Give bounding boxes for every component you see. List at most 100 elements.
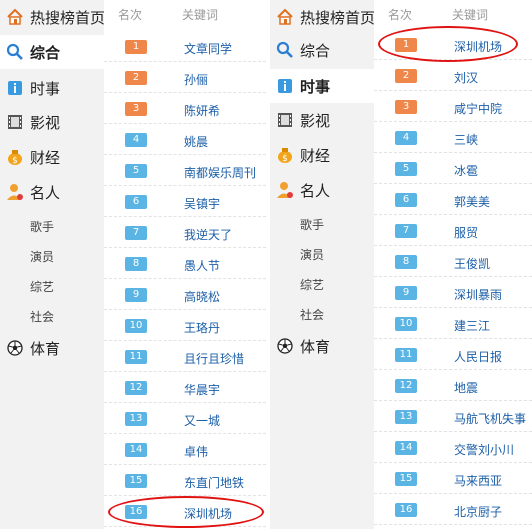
list-item[interactable]: 3 陈妍希: [104, 93, 266, 124]
list-item[interactable]: 2 孙俪: [104, 62, 266, 93]
keyword-link[interactable]: 王珞丹: [184, 319, 220, 336]
keyword-link[interactable]: 服贸: [454, 224, 478, 241]
keyword-link[interactable]: 华晨宇: [184, 381, 220, 398]
list-item[interactable]: 13 马航飞机失事: [374, 401, 532, 432]
rank-badge: 6: [395, 193, 417, 207]
keyword-link[interactable]: 建三江: [454, 317, 490, 334]
keyword-link[interactable]: 文章同学: [184, 40, 232, 57]
sidebar-item-finance[interactable]: $ 财经: [0, 140, 60, 174]
list-item[interactable]: 14 卓伟: [104, 434, 266, 465]
sidebar-item-sports[interactable]: 体育: [0, 331, 60, 365]
keyword-link[interactable]: 我逆天了: [184, 226, 232, 243]
list-item[interactable]: 16 北京厨子: [374, 494, 532, 525]
sidebar-item-celebrity[interactable]: 名人: [0, 175, 60, 209]
keyword-link[interactable]: 咸宁中院: [454, 100, 502, 117]
coin-bag-icon: $: [4, 146, 26, 168]
keyword-link[interactable]: 南都娱乐周刊: [184, 164, 256, 181]
keyword-link[interactable]: 王俊凯: [454, 255, 490, 272]
sub-item-variety[interactable]: 综艺: [30, 278, 54, 295]
sidebar-item-celebrity[interactable]: 名人: [270, 173, 330, 207]
list-item[interactable]: 13 又一城: [104, 403, 266, 434]
sidebar-item-label: 时事: [30, 79, 61, 98]
keyword-link[interactable]: 孙俪: [184, 71, 208, 88]
list-item[interactable]: 5 冰雹: [374, 153, 532, 184]
keyword-link[interactable]: 深圳机场: [454, 38, 502, 55]
keyword-link[interactable]: 人民日报: [454, 348, 502, 365]
sub-item-actor[interactable]: 演员: [30, 248, 54, 265]
keyword-link[interactable]: 刘汉: [454, 69, 478, 86]
list-item[interactable]: 1 文章同学: [104, 31, 266, 62]
sidebar-item-home[interactable]: 热搜榜首页: [270, 0, 375, 34]
keyword-link[interactable]: 冰雹: [454, 162, 478, 179]
list-item[interactable]: 8 愚人节: [104, 248, 266, 279]
list-item[interactable]: 11 人民日报: [374, 339, 532, 370]
person-icon: [274, 179, 296, 201]
list-item[interactable]: 11 且行且珍惜: [104, 341, 266, 372]
sub-item-society[interactable]: 社会: [30, 308, 54, 325]
rank-badge: 16: [395, 503, 417, 517]
keyword-link[interactable]: 交警刘小川: [454, 441, 514, 458]
sidebar-item-label: 综合: [30, 43, 61, 62]
sidebar-item-news[interactable]: 时事: [270, 69, 374, 103]
keyword-link[interactable]: 陈妍希: [184, 102, 220, 119]
sidebar-item-label: 体育: [30, 339, 61, 358]
sub-item-singer[interactable]: 歌手: [30, 218, 54, 235]
keyword-link[interactable]: 马航飞机失事: [454, 410, 526, 427]
keyword-link[interactable]: 马来西亚: [454, 472, 502, 489]
list-item[interactable]: 12 华晨宇: [104, 372, 266, 403]
list-item[interactable]: 5 南都娱乐周刊: [104, 155, 266, 186]
rank-badge: 16: [125, 505, 147, 519]
list-item[interactable]: 9 高晓松: [104, 279, 266, 310]
film-icon: [274, 109, 296, 131]
list-item[interactable]: 7 服贸: [374, 215, 532, 246]
sidebar-item-composite[interactable]: 综合: [270, 33, 330, 67]
keyword-link[interactable]: 北京厨子: [454, 503, 502, 520]
keyword-link[interactable]: 地震: [454, 379, 478, 396]
keyword-link[interactable]: 且行且珍惜: [184, 350, 244, 367]
keyword-link[interactable]: 东直门地铁: [184, 474, 244, 491]
sidebar-item-sports[interactable]: 体育: [270, 329, 330, 363]
sub-item-society[interactable]: 社会: [300, 306, 324, 323]
list-item[interactable]: 9 深圳暴雨: [374, 277, 532, 308]
list-item[interactable]: 3 咸宁中院: [374, 91, 532, 122]
sidebar-item-composite[interactable]: 综合: [0, 35, 104, 69]
keyword-link[interactable]: 吴镇宇: [184, 195, 220, 212]
keyword-link[interactable]: 姚晨: [184, 133, 208, 150]
list-item[interactable]: 15 东直门地铁: [104, 465, 266, 496]
keyword-link[interactable]: 三峡: [454, 131, 478, 148]
list-item[interactable]: 1 深圳机场: [374, 29, 532, 60]
list-item[interactable]: 4 姚晨: [104, 124, 266, 155]
list-item[interactable]: 7 我逆天了: [104, 217, 266, 248]
keyword-link[interactable]: 深圳暴雨: [454, 286, 502, 303]
sidebar-item-video[interactable]: 影视: [270, 103, 330, 137]
list-item[interactable]: 6 吴镇宇: [104, 186, 266, 217]
sub-item-actor[interactable]: 演员: [300, 246, 324, 263]
rank-badge: 4: [125, 133, 147, 147]
list-item[interactable]: 10 建三江: [374, 308, 532, 339]
list-item[interactable]: 2 刘汉: [374, 60, 532, 91]
list-item[interactable]: 12 地震: [374, 370, 532, 401]
keyword-link[interactable]: 卓伟: [184, 443, 208, 460]
rank-badge: 14: [395, 441, 417, 455]
list-item[interactable]: 15 马来西亚: [374, 463, 532, 494]
sidebar-item-finance[interactable]: $ 财经: [270, 138, 330, 172]
keyword-link[interactable]: 又一城: [184, 412, 220, 429]
sidebar-item-home[interactable]: 热搜榜首页: [0, 0, 105, 34]
keyword-link[interactable]: 郭美美: [454, 193, 490, 210]
list-item[interactable]: 8 王俊凯: [374, 246, 532, 277]
keyword-link[interactable]: 愚人节: [184, 257, 220, 274]
list-item[interactable]: 14 交警刘小川: [374, 432, 532, 463]
sidebar-item-news[interactable]: 时事: [0, 71, 60, 105]
list-item[interactable]: 16 深圳机场: [104, 496, 266, 527]
list-item[interactable]: 10 王珞丹: [104, 310, 266, 341]
rank-badge: 12: [395, 379, 417, 393]
keyword-link[interactable]: 高晓松: [184, 288, 220, 305]
rank-badge: 5: [395, 162, 417, 176]
sidebar-item-video[interactable]: 影视: [0, 105, 60, 139]
keyword-link[interactable]: 深圳机场: [184, 505, 232, 522]
list-item[interactable]: 4 三峡: [374, 122, 532, 153]
sub-item-singer[interactable]: 歌手: [300, 216, 324, 233]
list-item[interactable]: 6 郭美美: [374, 184, 532, 215]
sub-item-variety[interactable]: 综艺: [300, 276, 324, 293]
rank-badge: 9: [125, 288, 147, 302]
